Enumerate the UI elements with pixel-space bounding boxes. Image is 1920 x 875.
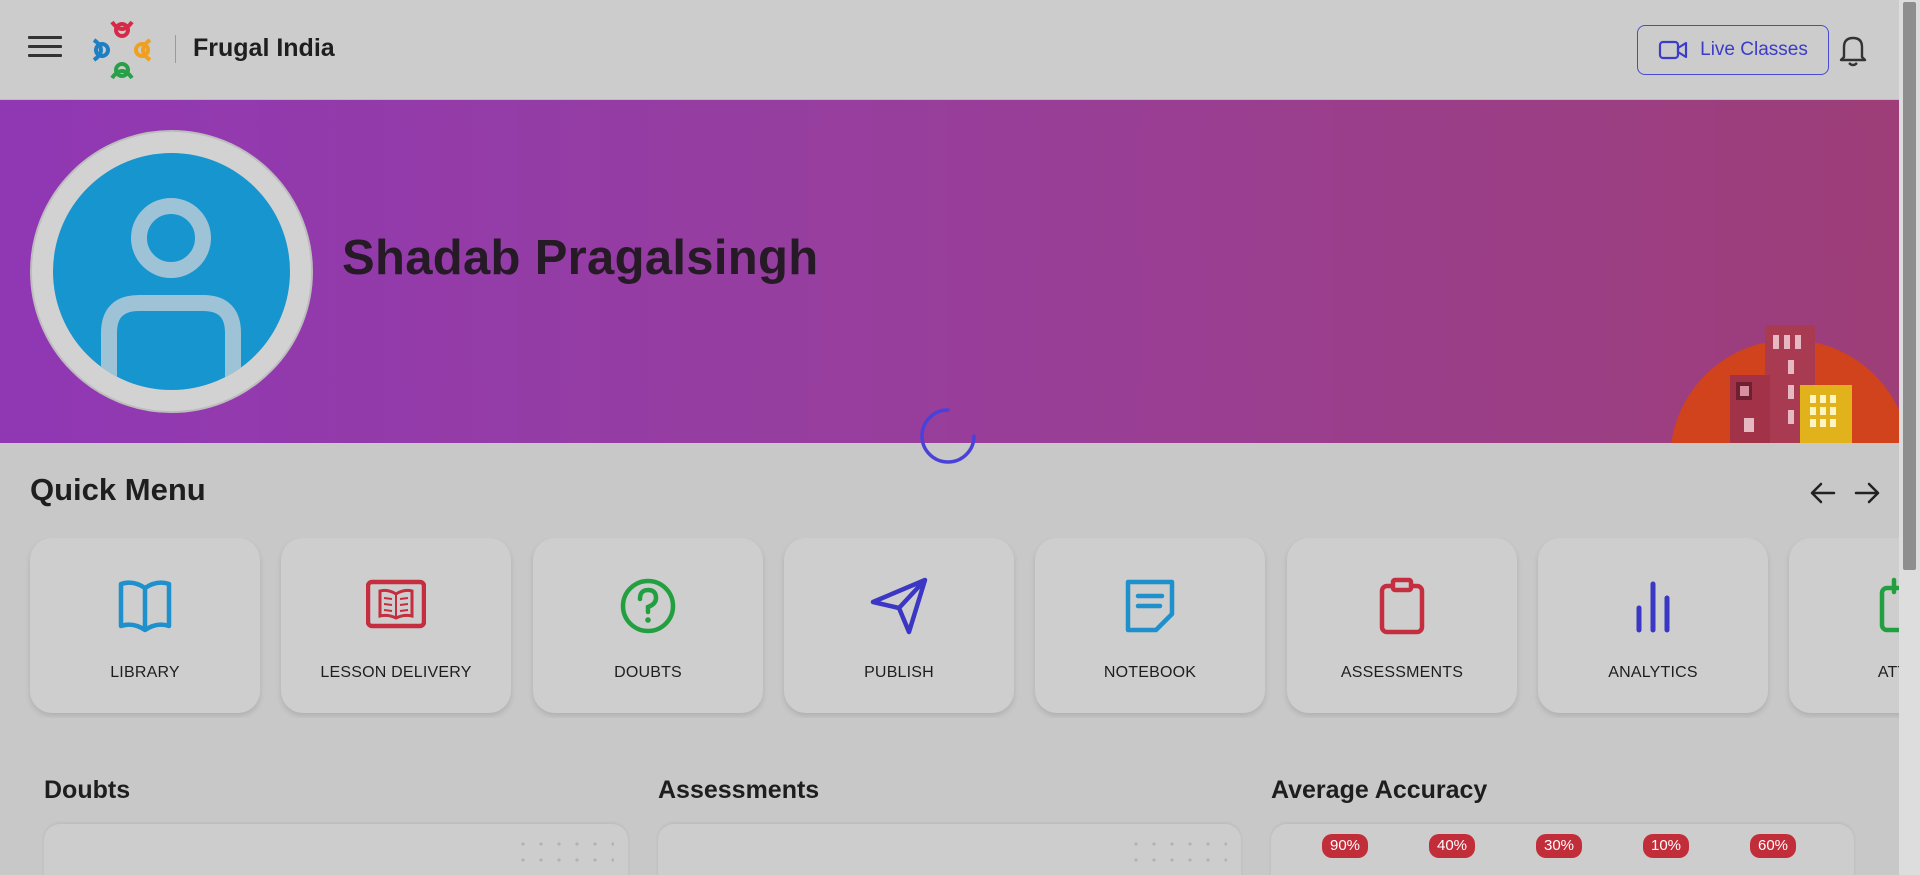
quick-menu-publish[interactable]: PUBLISH — [784, 538, 1014, 713]
quick-menu-label: ASSESSMENTS — [1340, 664, 1464, 681]
quick-menu-label: DOUBTS — [614, 664, 682, 681]
top-bar: Frugal India Live Classes — [0, 0, 1899, 100]
accuracy-badge: 30% — [1536, 834, 1583, 858]
frugal-india-logo — [92, 20, 152, 80]
quick-menu-label: PUBLISH — [864, 664, 934, 681]
quick-menu-title: Quick Menu — [30, 472, 206, 507]
quick-menu-label: NOTEBOOK — [1103, 664, 1197, 681]
dots-pattern — [1127, 836, 1227, 864]
quick-menu-carousel: LIBRARY LESSON DELIVERY DOUBTS PUBLISH N… — [0, 538, 1899, 718]
clipboard-icon — [1379, 577, 1425, 635]
book-open-icon — [118, 580, 172, 633]
doubts-card — [44, 824, 628, 875]
accuracy-badge: 90% — [1322, 834, 1369, 858]
assessments-card — [658, 824, 1241, 875]
hamburger-menu-icon[interactable] — [28, 36, 62, 64]
notification-bell-icon[interactable] — [1838, 33, 1868, 67]
note-icon — [1125, 579, 1175, 633]
bar-chart-icon — [1636, 581, 1670, 633]
doubts-section-title: Doubts — [44, 776, 131, 804]
live-classes-button[interactable]: Live Classes — [1637, 25, 1829, 75]
quick-menu-notebook[interactable]: NOTEBOOK — [1035, 538, 1265, 713]
accuracy-badge: 60% — [1750, 834, 1797, 858]
profile-banner: Shadab Pragalsingh — [0, 100, 1899, 443]
header-divider — [175, 35, 176, 63]
live-classes-label: Live Classes — [1700, 39, 1808, 60]
profile-name: Shadab Pragalsingh — [342, 231, 819, 285]
user-avatar-icon — [53, 153, 290, 390]
quick-menu-doubts[interactable]: DOUBTS — [533, 538, 763, 713]
accuracy-badge: 40% — [1429, 834, 1476, 858]
send-icon — [870, 577, 928, 635]
quick-menu-label: LESSON DELIVERY — [320, 664, 472, 681]
avatar[interactable] — [30, 130, 313, 413]
average-accuracy-card: 90% 40% 30% 10% 60% — [1271, 824, 1854, 875]
video-camera-icon — [1659, 40, 1688, 60]
quick-menu-assessments[interactable]: ASSESSMENTS — [1287, 538, 1517, 713]
scrollbar-thumb[interactable] — [1903, 2, 1916, 570]
city-illustration — [1671, 325, 1899, 443]
average-accuracy-title: Average Accuracy — [1271, 776, 1488, 804]
quick-menu-library[interactable]: LIBRARY — [30, 538, 260, 713]
quick-menu-label: ANALYTICS — [1608, 664, 1698, 681]
page-scrollbar[interactable] — [1899, 0, 1920, 875]
brand-name: Frugal India — [193, 34, 335, 62]
assessments-section-title: Assessments — [658, 776, 820, 804]
question-circle-icon — [620, 578, 676, 634]
quick-menu-attendance[interactable]: ATTEN — [1789, 538, 1899, 713]
quick-menu-analytics[interactable]: ANALYTICS — [1538, 538, 1768, 713]
dots-pattern — [514, 836, 614, 864]
loading-spinner-icon — [920, 408, 976, 464]
quick-menu-lesson-delivery[interactable]: LESSON DELIVERY — [281, 538, 511, 713]
arrow-right-icon[interactable] — [1852, 478, 1882, 508]
accuracy-badge: 10% — [1643, 834, 1690, 858]
lesson-board-icon — [366, 579, 426, 629]
arrow-left-icon[interactable] — [1808, 478, 1838, 508]
calendar-icon — [1879, 577, 1899, 633]
quick-menu-label: ATTEN — [1877, 664, 1899, 681]
quick-menu-label: LIBRARY — [110, 664, 180, 681]
